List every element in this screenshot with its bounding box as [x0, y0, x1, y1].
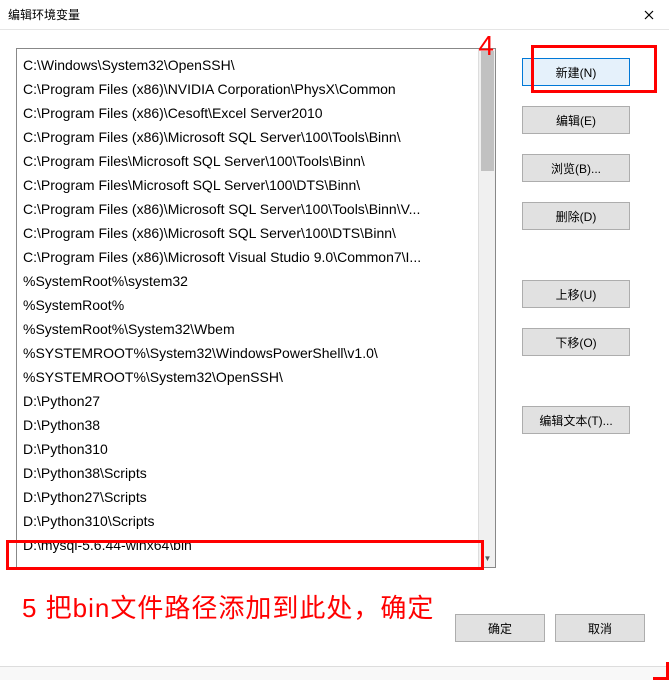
list-item[interactable]: D:\Python38\Scripts: [23, 461, 471, 485]
list-item[interactable]: D:\Python27: [23, 389, 471, 413]
list-item[interactable]: C:\Program Files\Microsoft SQL Server\10…: [23, 173, 471, 197]
list-item[interactable]: D:\Python310\Scripts: [23, 509, 471, 533]
browse-button[interactable]: 浏览(B)...: [522, 154, 630, 182]
button-column: 新建(N) 编辑(E) 浏览(B)... 删除(D) 上移(U) 下移(O) 编…: [522, 48, 653, 568]
ok-button[interactable]: 确定: [455, 614, 545, 642]
close-icon: [644, 10, 654, 20]
moveup-button[interactable]: 上移(U): [522, 280, 630, 308]
list-item[interactable]: C:\Program Files (x86)\Microsoft Visual …: [23, 245, 471, 269]
list-item[interactable]: C:\Program Files (x86)\Cesoft\Excel Serv…: [23, 101, 471, 125]
list-item[interactable]: %SystemRoot%\System32\Wbem: [23, 317, 471, 341]
movedown-button[interactable]: 下移(O): [522, 328, 630, 356]
cancel-button[interactable]: 取消: [555, 614, 645, 642]
bottom-edge: [0, 666, 669, 680]
list-item[interactable]: C:\Program Files (x86)\Microsoft SQL Ser…: [23, 125, 471, 149]
list-item[interactable]: %SYSTEMROOT%\System32\OpenSSH\: [23, 365, 471, 389]
list-item[interactable]: C:\Program Files\Microsoft SQL Server\10…: [23, 149, 471, 173]
list-item[interactable]: C:\Program Files (x86)\NVIDIA Corporatio…: [23, 77, 471, 101]
dialog-title: 编辑环境变量: [8, 6, 80, 23]
list-item[interactable]: %SystemRoot%: [23, 293, 471, 317]
scrollbar[interactable]: ▲ ▼: [478, 49, 495, 567]
list-item[interactable]: D:\mysql-5.6.44-winx64\bin: [23, 533, 471, 557]
list-item[interactable]: D:\Python310: [23, 437, 471, 461]
path-listbox[interactable]: C:\Windows\System32\OpenSSH\ C:\Program …: [16, 48, 496, 568]
list-item[interactable]: C:\Program Files (x86)\Microsoft SQL Ser…: [23, 197, 471, 221]
edit-button[interactable]: 编辑(E): [522, 106, 630, 134]
titlebar: 编辑环境变量: [0, 0, 669, 30]
edittext-button[interactable]: 编辑文本(T)...: [522, 406, 630, 434]
list-item[interactable]: D:\Python27\Scripts: [23, 485, 471, 509]
list-item[interactable]: C:\Windows\System32\OpenSSH\: [23, 53, 471, 77]
list-item[interactable]: %SYSTEMROOT%\System32\WindowsPowerShell\…: [23, 341, 471, 365]
close-button[interactable]: [629, 0, 669, 30]
list-item[interactable]: C:\Program Files (x86)\Microsoft SQL Ser…: [23, 221, 471, 245]
dialog-content: C:\Windows\System32\OpenSSH\ C:\Program …: [0, 30, 669, 680]
delete-button[interactable]: 删除(D): [522, 202, 630, 230]
scroll-thumb[interactable]: [481, 51, 494, 171]
new-button[interactable]: 新建(N): [522, 58, 630, 86]
list-item[interactable]: D:\Python38: [23, 413, 471, 437]
list-item[interactable]: %SystemRoot%\system32: [23, 269, 471, 293]
scroll-down-icon[interactable]: ▼: [479, 550, 496, 567]
dialog-buttons: 确定 取消: [455, 614, 645, 642]
